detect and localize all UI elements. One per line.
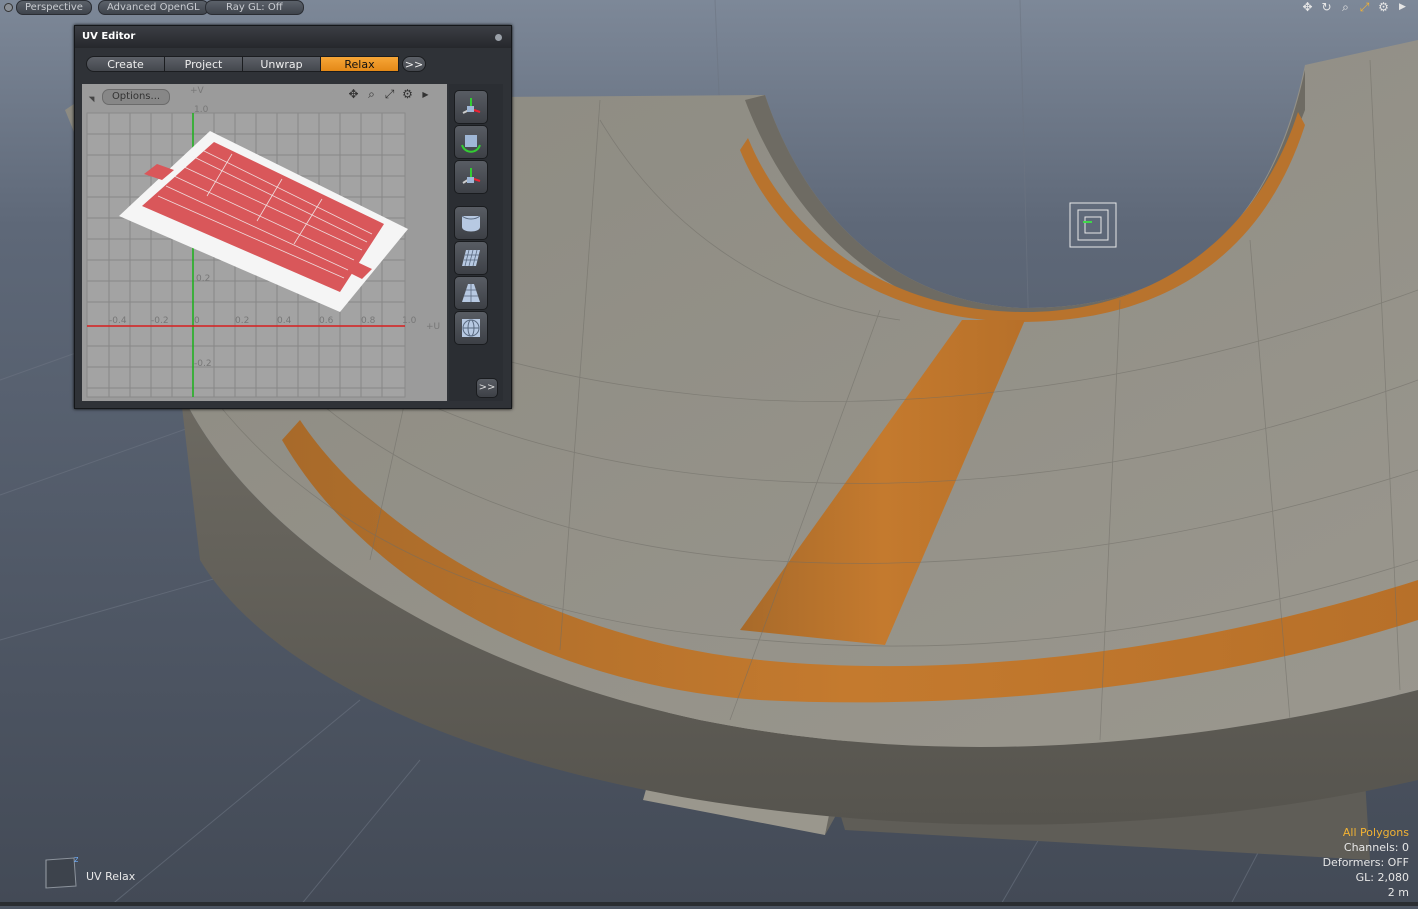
uv-view-tools: ✥ ⌕ ⤢ ⚙ ▶ xyxy=(346,87,433,102)
options-button[interactable]: Options... xyxy=(102,89,170,105)
tab-create[interactable]: Create xyxy=(86,56,165,72)
arrow-right-icon[interactable]: ▶ xyxy=(418,87,433,102)
uv-tab-bar: Create Project Unwrap Relax >> xyxy=(86,56,426,72)
uv-viewport[interactable]: +V 1.0 +U -0.4 -0.2 0 0.2 0.4 0.6 0.8 1.… xyxy=(82,84,447,401)
zoom-icon[interactable]: ⌕ xyxy=(364,87,379,102)
pyramid-icon[interactable] xyxy=(454,276,488,310)
v-top-label: 1.0 xyxy=(194,105,209,115)
view-type-button[interactable]: Perspective xyxy=(16,0,92,15)
cylinder-project-icon[interactable] xyxy=(454,206,488,240)
u-axis-label: +U xyxy=(426,322,441,332)
active-tool-label: UV Relax xyxy=(86,870,136,883)
u-tick-label: -0.4 xyxy=(109,316,127,326)
axis-orientation-icon: Z xyxy=(44,856,79,890)
plane-grid-icon[interactable] xyxy=(454,241,488,275)
viewport-status: All Polygons Channels: 0 Deformers: OFF … xyxy=(1323,825,1409,900)
move-icon[interactable]: ✥ xyxy=(1300,0,1315,14)
channels-readout: Channels: 0 xyxy=(1343,841,1409,854)
transform-gizmo-icon[interactable] xyxy=(454,90,488,124)
uv-viewport-toolbar: Options... ✥ ⌕ ⤢ ⚙ ▶ xyxy=(82,84,447,106)
uv-transform-icon[interactable] xyxy=(454,160,488,194)
u-tick-label: 0.4 xyxy=(277,316,292,326)
tab-unwrap[interactable]: Unwrap xyxy=(242,56,321,72)
viewport-menu-dot[interactable] xyxy=(4,3,13,12)
selection-mode-label[interactable]: All Polygons xyxy=(1323,825,1409,840)
ray-gl-button[interactable]: Ray GL: Off xyxy=(205,0,304,15)
arrow-right-icon[interactable]: ▶ xyxy=(1395,0,1410,14)
v-tick-label: -0.2 xyxy=(194,359,212,369)
gl-polycount-readout: GL: 2,080 xyxy=(1355,871,1409,884)
uv-tool-palette: >> xyxy=(449,84,503,401)
palette-more-button[interactable]: >> xyxy=(476,378,498,398)
viewport-bottom-border xyxy=(0,902,1418,906)
zoom-icon[interactable]: ⌕ xyxy=(1338,0,1353,14)
deformers-readout: Deformers: OFF xyxy=(1322,856,1409,869)
u-tick-label: 1.0 xyxy=(402,316,417,326)
u-tick-label: 0.8 xyxy=(361,316,376,326)
u-tick-label: 0.2 xyxy=(235,316,250,326)
window-close-icon[interactable] xyxy=(495,34,502,41)
tab-project[interactable]: Project xyxy=(164,56,243,72)
svg-text:Z: Z xyxy=(74,856,78,864)
tabs-more-button[interactable]: >> xyxy=(402,56,426,72)
viewport-header: Perspective Advanced OpenGL Ray GL: Off … xyxy=(0,0,1418,15)
uv-editor-window: UV Editor Create Project Unwrap Relax >> xyxy=(74,25,512,409)
u-tick-label: 0.6 xyxy=(319,316,334,326)
tab-relax[interactable]: Relax xyxy=(320,56,399,72)
viewport-navigation-tools: ✥ ↻ ⌕ ⤢ ⚙ ▶ xyxy=(1300,0,1410,14)
uv-grid xyxy=(82,84,447,401)
shading-mode-button[interactable]: Advanced OpenGL xyxy=(98,0,209,15)
gear-icon[interactable]: ⚙ xyxy=(1376,0,1391,14)
fit-icon[interactable]: ⤢ xyxy=(382,87,397,102)
grid-scale-readout: 2 m xyxy=(1387,886,1409,899)
gear-icon[interactable]: ⚙ xyxy=(400,87,415,102)
rotate-icon[interactable]: ↻ xyxy=(1319,0,1334,14)
u-tick-label: -0.2 xyxy=(151,316,169,326)
v-tick-label: 0.2 xyxy=(196,274,211,284)
move-icon[interactable]: ✥ xyxy=(346,87,361,102)
u-tick-label: 0 xyxy=(194,316,200,326)
options-collapse-icon[interactable] xyxy=(88,93,98,103)
uv-editor-title[interactable]: UV Editor xyxy=(75,26,511,48)
rotate-cube-icon[interactable] xyxy=(454,125,488,159)
maximize-icon[interactable]: ⤢ xyxy=(1357,0,1372,14)
sphere-project-icon[interactable] xyxy=(454,311,488,345)
